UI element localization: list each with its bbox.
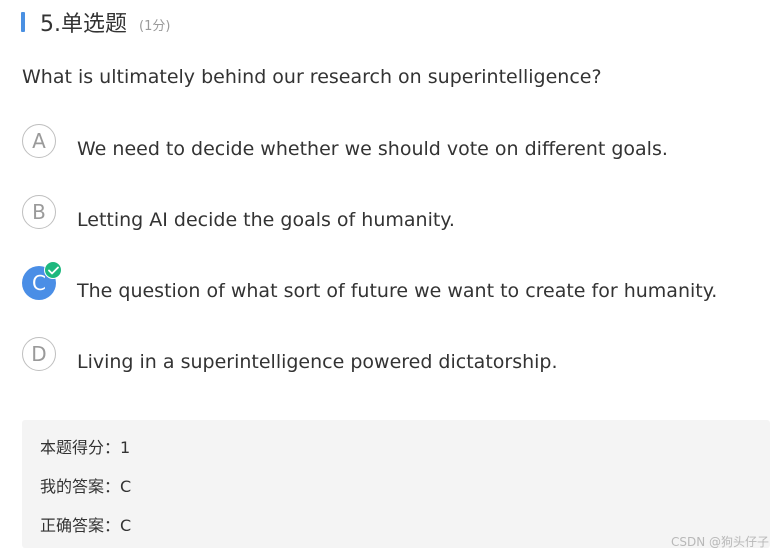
question-title: 5.单选题 [40,12,127,37]
option-a-text[interactable]: We need to decide whether we should vote… [77,138,668,160]
option-c[interactable]: C The question of what sort of future we… [22,261,717,302]
option-c-text[interactable]: The question of what sort of future we w… [77,280,717,302]
option-b[interactable]: B Letting AI decide the goals of humanit… [22,195,455,231]
option-b-circle[interactable]: B [22,195,56,229]
option-d-text[interactable]: Living in a superintelligence powered di… [77,351,558,373]
option-b-text[interactable]: Letting AI decide the goals of humanity. [77,209,455,231]
question-score: (1分) [139,18,171,34]
watermark: CSDN @狗头仔子 [670,535,769,549]
option-b-letter: B [32,200,46,224]
option-a-circle[interactable]: A [22,124,56,158]
header-accent-bar [21,12,25,32]
check-icon [44,261,62,279]
my-answer: 我的答案：C [40,477,132,496]
option-d-letter: D [31,342,47,366]
option-c-circle[interactable]: C [22,261,62,300]
option-a-letter: A [32,129,46,153]
option-d[interactable]: D Living in a superintelligence powered … [22,337,558,373]
option-a[interactable]: A We need to decide whether we should vo… [22,124,668,160]
option-d-circle[interactable]: D [22,337,56,371]
result-panel: 本题得分：1 我的答案：C 正确答案：C [22,420,770,548]
score-result: 本题得分：1 [40,438,131,457]
option-c-letter: C [32,271,46,295]
question-text: What is ultimately behind our research o… [22,66,602,88]
correct-answer: 正确答案：C [40,516,132,535]
question-header: 5.单选题 (1分) [21,7,170,37]
